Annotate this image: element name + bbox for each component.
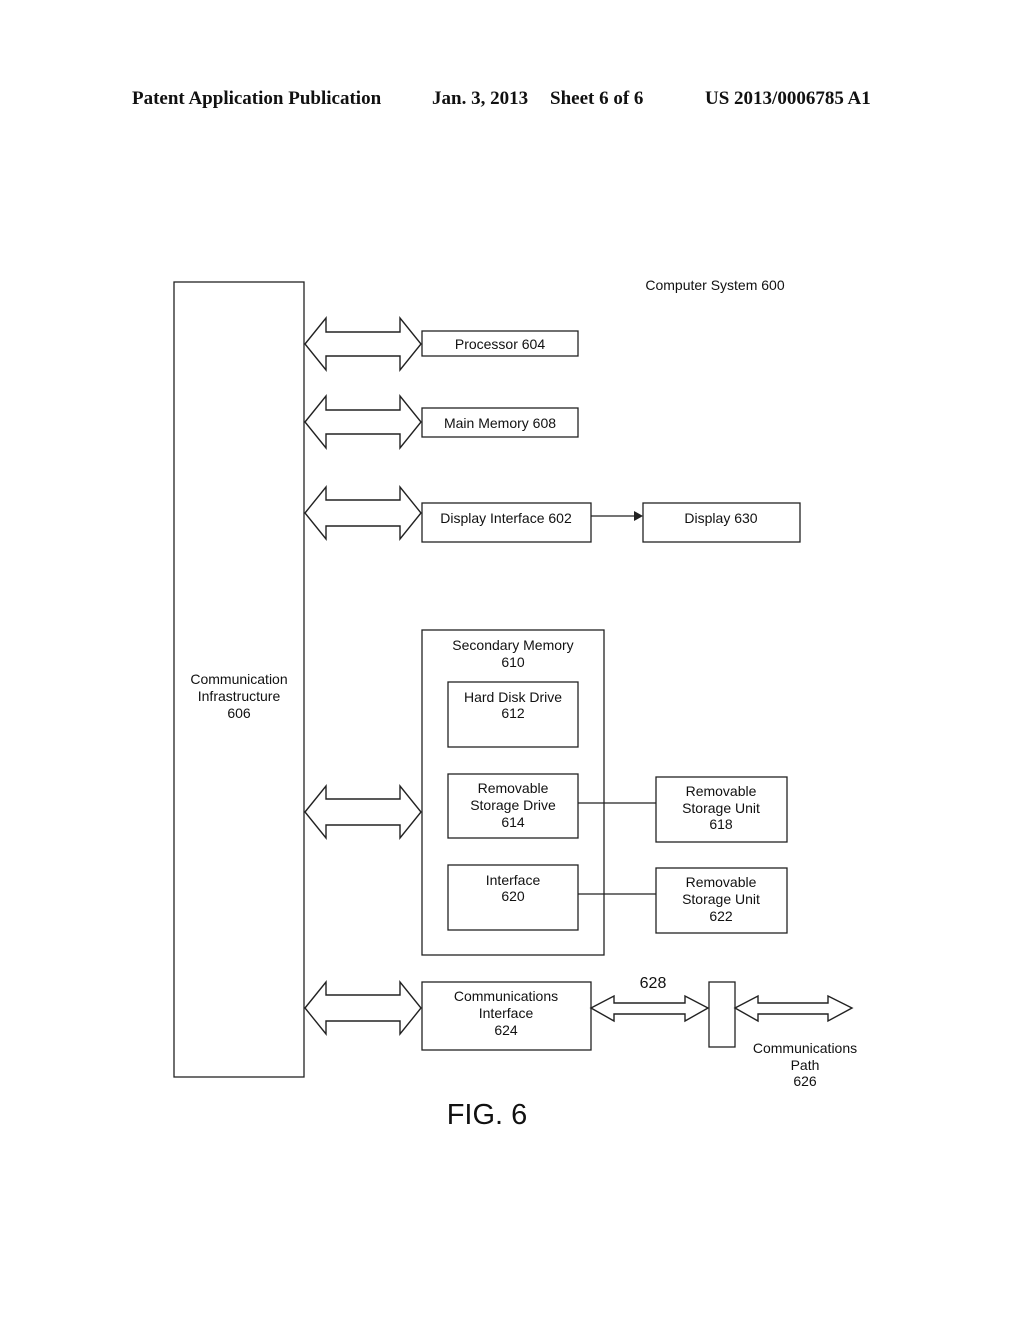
display-interface-label: Display Interface 602 xyxy=(440,510,572,526)
computer-system-diagram: Computer System 600 Communication Infras… xyxy=(173,277,857,1131)
removable-storage-unit-622-label-3: 622 xyxy=(709,908,733,924)
hard-disk-drive-label-2: 612 xyxy=(501,705,525,721)
system-title: Computer System 600 xyxy=(645,277,784,293)
removable-storage-unit-618-label-1: Removable xyxy=(686,783,757,799)
communications-path-label-3: 626 xyxy=(793,1073,817,1089)
bus-arrow-processor xyxy=(304,316,422,372)
bus-arrow-display-interface xyxy=(304,485,422,541)
figure-label: FIG. 6 xyxy=(447,1099,528,1131)
communications-path-label-2: Path xyxy=(791,1057,820,1073)
removable-storage-unit-618-label-3: 618 xyxy=(709,816,733,832)
communications-path-label: Communications Path 626 xyxy=(753,1040,857,1089)
processor-block: Processor 604 xyxy=(421,330,579,357)
removable-storage-unit-622-block: Removable Storage Unit 622 xyxy=(655,867,788,934)
display-interface-block: Display Interface 602 xyxy=(421,502,592,543)
channel-block xyxy=(708,981,736,1048)
processor-label: Processor 604 xyxy=(455,336,545,352)
signal-arrow-628 xyxy=(589,994,710,1023)
removable-storage-unit-618-label-2: Storage Unit xyxy=(682,800,760,816)
bus-arrow-secondary-memory xyxy=(304,784,422,840)
main-memory-label: Main Memory 608 xyxy=(444,415,556,431)
secondary-memory-block: Secondary Memory 610 Hard Disk Drive 612… xyxy=(421,629,605,956)
communication-infrastructure-label-3: 606 xyxy=(227,705,251,721)
display-arrowhead-icon xyxy=(634,511,643,521)
interface-label-2: 620 xyxy=(501,888,525,904)
communications-interface-label-1: Communications xyxy=(454,988,558,1004)
communication-infrastructure-block: Communication Infrastructure 606 xyxy=(173,281,305,1078)
interface-label-1: Interface xyxy=(486,872,541,888)
secondary-memory-label-1: Secondary Memory xyxy=(452,637,573,653)
bus-arrow-main-memory xyxy=(304,394,422,450)
removable-storage-drive-label-1: Removable xyxy=(478,780,549,796)
display-label: Display 630 xyxy=(684,510,757,526)
communications-interface-label-3: 624 xyxy=(494,1022,518,1038)
removable-storage-drive-label-3: 614 xyxy=(501,814,525,830)
removable-storage-unit-618-block: Removable Storage Unit 618 xyxy=(655,776,788,843)
communications-path-arrow xyxy=(733,994,854,1023)
communications-interface-label-2: Interface xyxy=(479,1005,534,1021)
communication-infrastructure-label-1: Communication xyxy=(190,671,287,687)
communication-infrastructure-label-2: Infrastructure xyxy=(198,688,281,704)
removable-storage-unit-622-label-2: Storage Unit xyxy=(682,891,760,907)
display-block: Display 630 xyxy=(642,502,801,543)
main-memory-block: Main Memory 608 xyxy=(421,407,579,438)
removable-storage-unit-622-label-1: Removable xyxy=(686,874,757,890)
signal-label: 628 xyxy=(640,975,667,992)
removable-storage-drive-label-2: Storage Drive xyxy=(470,797,556,813)
secondary-memory-label-2: 610 xyxy=(501,654,525,670)
communications-interface-block: Communications Interface 624 xyxy=(421,981,592,1051)
hard-disk-drive-label-1: Hard Disk Drive xyxy=(464,689,562,705)
bus-arrow-communications-interface xyxy=(304,980,422,1036)
communications-path-label-1: Communications xyxy=(753,1040,857,1056)
